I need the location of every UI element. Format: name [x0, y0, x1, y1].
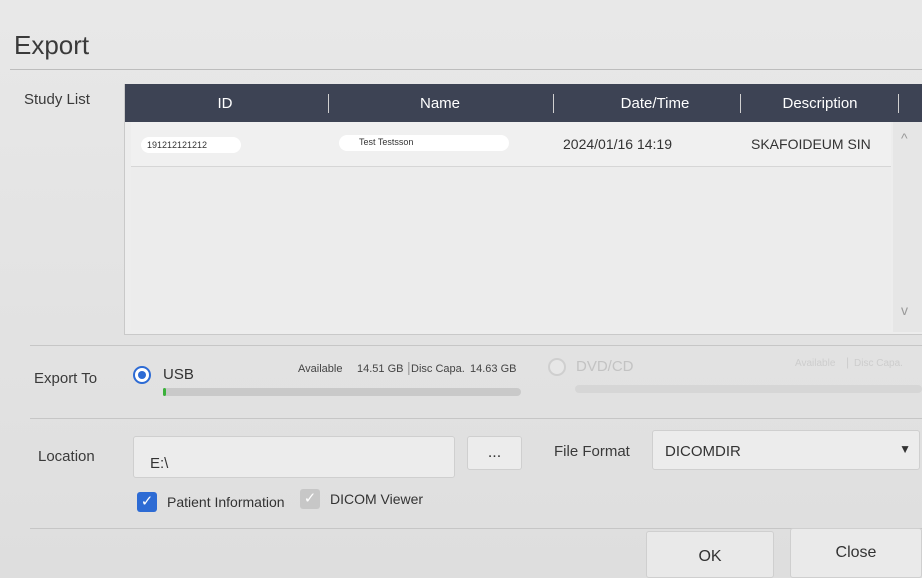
dicom-viewer-label[interactable]: DICOM Viewer [330, 491, 423, 507]
dvd-capacity-bar [575, 385, 922, 393]
column-separator [898, 94, 899, 113]
close-button[interactable]: Close [790, 528, 922, 578]
dvd-label[interactable]: DVD/CD [576, 358, 634, 375]
table-row[interactable]: 191212121212 Test Testsson 2024/01/16 14… [131, 122, 891, 167]
patient-information-checkbox[interactable]: ✓ [137, 492, 157, 512]
usb-available-label: Available [298, 363, 343, 375]
column-header-id[interactable]: ID [205, 95, 245, 112]
cell-description: SKAFOIDEUM SIN [751, 136, 871, 152]
column-header-datetime[interactable]: Date/Time [600, 95, 710, 112]
table-scrollbar[interactable]: ^ v [893, 122, 922, 332]
export-dialog: Export Study List ID Name Date/Time Desc… [0, 0, 922, 578]
radio-selected-dot [138, 371, 146, 379]
column-separator [553, 94, 554, 113]
ok-button[interactable]: OK [646, 531, 774, 578]
column-separator [740, 94, 741, 113]
scroll-up-icon[interactable]: ^ [901, 130, 908, 146]
cell-name: Test Testsson [359, 137, 414, 147]
file-format-value: DICOMDIR [665, 443, 741, 460]
usb-capacity-label: Disc Capa. [411, 363, 465, 375]
table-header: ID Name Date/Time Description [125, 84, 922, 122]
dropdown-caret-icon: ▼ [899, 442, 911, 456]
location-label: Location [38, 448, 95, 465]
column-separator [328, 94, 329, 113]
cell-id: 191212121212 [147, 140, 208, 150]
browse-button[interactable]: ... [467, 436, 522, 470]
column-header-description[interactable]: Description [765, 95, 875, 112]
location-input[interactable]: E:\ [133, 436, 455, 478]
study-list-table: ID Name Date/Time Description 1912121212… [124, 84, 922, 335]
scroll-down-icon[interactable]: v [901, 302, 908, 318]
usb-capacity-bar [163, 388, 521, 396]
patient-information-label[interactable]: Patient Information [167, 494, 285, 510]
title-divider [10, 69, 922, 70]
export-to-label: Export To [34, 370, 98, 387]
dvd-capacity-label: Disc Capa. [854, 358, 903, 369]
section-divider [30, 528, 922, 529]
usb-capacity-value: 14.63 GB [470, 363, 517, 375]
file-format-label: File Format [554, 443, 630, 460]
cell-datetime: 2024/01/16 14:19 [563, 136, 672, 152]
dialog-title: Export [14, 30, 90, 60]
usb-radio[interactable] [133, 366, 151, 384]
table-body: 191212121212 Test Testsson 2024/01/16 14… [131, 122, 891, 330]
dvd-radio[interactable] [548, 358, 566, 376]
usb-available-value: 14.51 GB [357, 363, 404, 375]
usb-used-fill [163, 388, 166, 396]
column-header-name[interactable]: Name [385, 95, 495, 112]
section-divider [30, 345, 922, 346]
study-list-label: Study List [24, 91, 90, 108]
usb-label[interactable]: USB [163, 366, 194, 383]
file-format-select[interactable]: DICOMDIR ▼ [652, 430, 920, 470]
section-divider [30, 418, 922, 419]
dvd-available-label: Available [795, 358, 836, 369]
dvd-capacity-separator: | [846, 355, 850, 369]
dicom-viewer-checkbox[interactable]: ✓ [300, 489, 320, 509]
